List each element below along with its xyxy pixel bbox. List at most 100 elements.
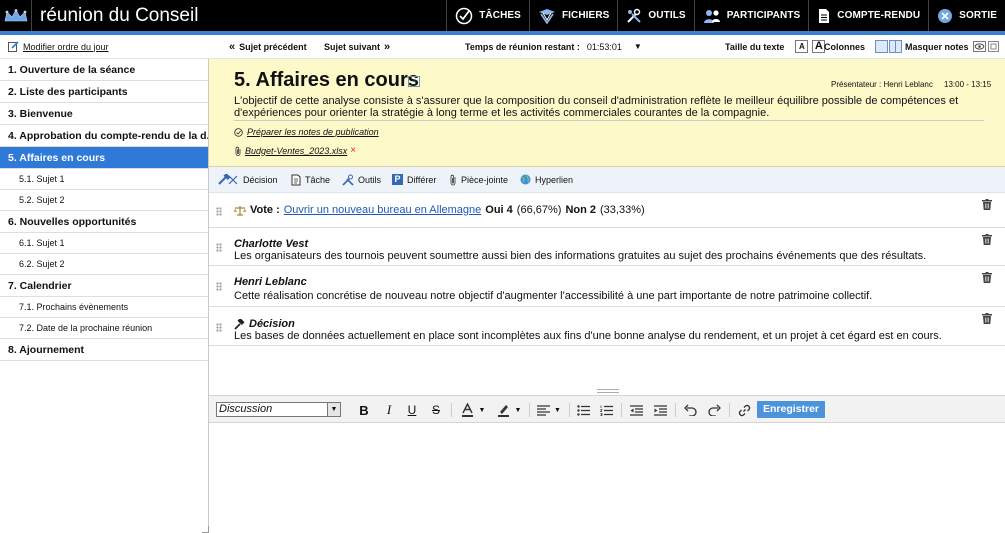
- sidebar-item-participants[interactable]: 2. Liste des participants: [0, 81, 208, 103]
- numbered-list-icon[interactable]: [599, 402, 613, 418]
- drag-handle-icon[interactable]: [216, 243, 222, 252]
- text-size-small-button[interactable]: A: [795, 40, 809, 53]
- sidebar-item-bienvenue[interactable]: 3. Bienvenue: [0, 103, 208, 125]
- highlight-color-icon[interactable]: ▼: [494, 402, 524, 418]
- agenda-title: 5. Affaires en cours: [234, 69, 419, 91]
- next-subject-button[interactable]: Sujet suivant »: [324, 41, 390, 53]
- link-icon[interactable]: [737, 402, 751, 418]
- tools-button[interactable]: Outils: [342, 174, 381, 186]
- previous-subject-button[interactable]: « Sujet précédent: [229, 41, 307, 53]
- sidebar-subitem-5-2[interactable]: 5.2. Sujet 2: [0, 190, 208, 211]
- bold-icon[interactable]: B: [357, 402, 371, 418]
- drag-handle-icon[interactable]: [216, 323, 222, 332]
- editor-toolbar: Discussion ▼ B I U S ▼ ▼ ▼ Enregistrer: [209, 395, 1005, 423]
- attachment-link[interactable]: Budget-Ventes_2023.xlsx: [245, 146, 347, 156]
- sidebar-resize-handle[interactable]: [202, 526, 209, 533]
- sidebar-item-ouverture[interactable]: 1. Ouverture de la séance: [0, 59, 208, 81]
- remove-attachment-icon[interactable]: ×: [350, 145, 356, 156]
- nav-fichiers[interactable]: FICHIERS: [528, 0, 617, 31]
- meeting-timer: Temps de réunion restant : 01:53:01 ▼: [465, 42, 642, 52]
- sidebar-subitem-7-1[interactable]: 7.1. Prochains évènements: [0, 297, 208, 318]
- scale-icon: [234, 205, 246, 215]
- trash-icon[interactable]: [982, 272, 992, 283]
- editor-resize-handle[interactable]: [597, 389, 619, 393]
- nav-sortie[interactable]: SORTIE: [928, 0, 1005, 31]
- sidebar-item-affaires-en-cours[interactable]: 5. Affaires en cours: [0, 147, 208, 169]
- sidebar-item-nouvelles-opportunites[interactable]: 6. Nouvelles opportunités: [0, 211, 208, 233]
- prepare-notes-label: Préparer les notes de publication: [247, 127, 379, 137]
- note-editor-textarea[interactable]: [209, 423, 1005, 533]
- undo-icon[interactable]: [683, 402, 697, 418]
- task-icon: [291, 174, 301, 185]
- agenda-description: L'objectif de cette analyse consiste à s…: [234, 95, 959, 119]
- toolbar-separator: [729, 403, 730, 417]
- align-icon[interactable]: ▼: [535, 402, 563, 418]
- indent-icon[interactable]: [653, 402, 667, 418]
- sidebar-subitem-5-1[interactable]: 5.1. Sujet 1: [0, 169, 208, 190]
- drag-handle-icon[interactable]: [216, 207, 222, 216]
- trash-icon[interactable]: [982, 234, 992, 245]
- text-color-icon[interactable]: ▼: [458, 402, 488, 418]
- add-decision-button[interactable]: Décision: [217, 173, 278, 186]
- vote-no-percent: (33,33%): [600, 204, 645, 216]
- double-chevron-right-icon: »: [384, 40, 391, 53]
- comment-entry: Charlotte Vest Les organisateurs des tou…: [209, 228, 1005, 266]
- one-column-icon[interactable]: [875, 40, 889, 53]
- agenda-sidebar: 1. Ouverture de la séance 2. Liste des p…: [0, 59, 209, 533]
- attachment-button[interactable]: Pièce-jointe: [449, 174, 508, 186]
- toolbar-separator: [569, 403, 570, 417]
- add-task-button[interactable]: Tâche: [291, 174, 330, 186]
- italic-icon[interactable]: I: [382, 402, 396, 418]
- task-label: Tâche: [305, 174, 331, 185]
- outdent-icon[interactable]: [629, 402, 643, 418]
- timer-dropdown-icon[interactable]: ▼: [634, 42, 642, 51]
- attachment-item: Budget-Ventes_2023.xlsx ×: [234, 145, 356, 156]
- sidebar-subitem-7-2[interactable]: 7.2. Date de la prochaine réunion: [0, 318, 208, 339]
- decision-entry: Décision Les bases de données actuelleme…: [209, 307, 1005, 346]
- chevron-down-icon: ▼: [327, 403, 340, 416]
- agenda-item-header: 5. Affaires en cours − Présentateur : He…: [209, 59, 1005, 167]
- vote-yes-count: Oui 4: [485, 204, 513, 216]
- drag-handle-icon[interactable]: [216, 282, 222, 291]
- note-type-select[interactable]: Discussion ▼: [216, 402, 341, 417]
- sidebar-item-approbation[interactable]: 4. Approbation du compte-rendu de la d..…: [0, 125, 208, 147]
- attachment-label: Pièce-jointe: [461, 174, 509, 185]
- sidebar-subitem-6-1[interactable]: 6.1. Sujet 1: [0, 233, 208, 254]
- defer-button[interactable]: P Différer: [392, 174, 436, 185]
- underline-icon[interactable]: U: [405, 402, 419, 418]
- nav-taches[interactable]: TÂCHES: [446, 0, 529, 31]
- trash-icon[interactable]: [982, 313, 992, 324]
- agenda-divider: [234, 120, 984, 121]
- sidebar-subitem-6-2[interactable]: 6.2. Sujet 2: [0, 254, 208, 275]
- text-size-label: Taille du texte: [725, 41, 785, 52]
- edit-agenda-button[interactable]: Modifier ordre du jour: [8, 41, 109, 52]
- trash-icon[interactable]: [982, 199, 992, 210]
- two-column-icon[interactable]: [889, 40, 903, 53]
- vote-yes-percent: (66,67%): [516, 204, 562, 216]
- bullet-list-icon[interactable]: [576, 402, 590, 418]
- agenda-time-range: 13:00 - 13:15: [944, 80, 992, 89]
- crown-icon[interactable]: [0, 0, 32, 31]
- nav-outils-label: OUTILS: [648, 10, 686, 21]
- collapse-icon[interactable]: −: [408, 76, 420, 87]
- decision-heading-label: Décision: [249, 318, 295, 330]
- hyperlink-button[interactable]: Hyperlien: [520, 174, 573, 185]
- fullscreen-icon[interactable]: [988, 41, 999, 52]
- globe-icon: [520, 174, 531, 185]
- edit-icon: [8, 41, 19, 52]
- nav-participants[interactable]: PARTICIPANTS: [693, 0, 809, 31]
- save-button[interactable]: Enregistrer: [757, 401, 826, 418]
- check-circle-icon: [455, 7, 473, 24]
- redo-icon[interactable]: [707, 402, 721, 418]
- sidebar-item-calendrier[interactable]: 7. Calendrier: [0, 275, 208, 297]
- nav-compte-rendu[interactable]: COMPTE-RENDU: [808, 0, 928, 31]
- eye-icon[interactable]: [972, 41, 986, 52]
- vote-summary: Vote : Ouvrir un nouveau bureau en Allem…: [234, 204, 645, 216]
- close-circle-icon: [938, 8, 953, 23]
- globe-icon: [538, 8, 555, 24]
- vote-topic-link[interactable]: Ouvrir un nouveau bureau en Allemagne: [284, 204, 482, 216]
- strikethrough-icon[interactable]: S: [429, 402, 443, 418]
- nav-outils[interactable]: OUTILS: [617, 0, 693, 31]
- prepare-notes-link[interactable]: Préparer les notes de publication: [234, 127, 379, 137]
- sidebar-item-ajournement[interactable]: 8. Ajournement: [0, 339, 208, 361]
